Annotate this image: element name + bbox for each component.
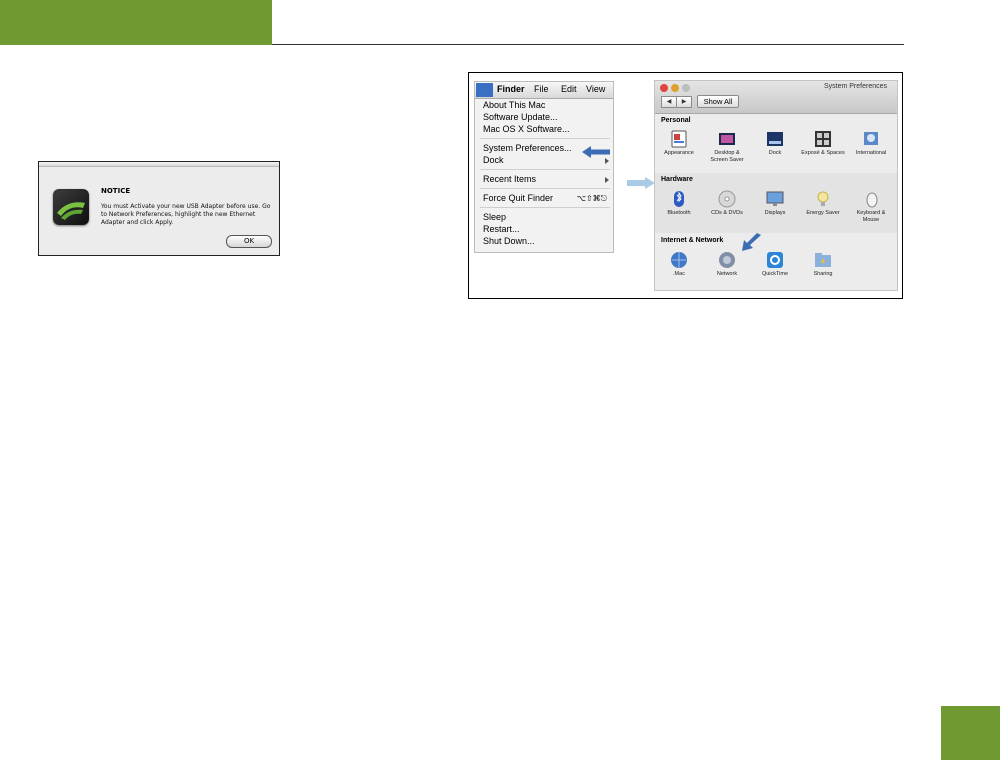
bluetooth-icon (670, 190, 688, 208)
menu-item-shut-down[interactable]: Shut Down... (483, 236, 535, 246)
pref-mac[interactable]: .Mac (657, 251, 701, 278)
pref-energy-saver[interactable]: Energy Saver (801, 190, 845, 217)
minimize-window-icon[interactable] (671, 84, 679, 92)
network-pointer-arrow-icon (741, 233, 761, 253)
page-corner-badge (941, 706, 1000, 760)
menu-item-recent-items[interactable]: Recent Items (483, 174, 536, 184)
menu-item-software-update[interactable]: Software Update... (483, 112, 558, 122)
mouse-icon (862, 190, 880, 208)
menu-item-system-preferences[interactable]: System Preferences... (483, 143, 572, 153)
lightbulb-icon (814, 190, 832, 208)
header-rule (272, 44, 904, 45)
menu-separator (480, 188, 610, 189)
dock-icon (766, 130, 784, 148)
section-internet-network: Internet & Network .Mac Network QuickTim… (655, 233, 897, 290)
menu-separator (480, 169, 610, 170)
desktop-screen-saver-icon (718, 130, 736, 148)
section-title: Personal (661, 117, 691, 124)
section-personal: Personal Appearance Desktop & Screen Sav… (655, 114, 897, 173)
window-toolbar: System Preferences ◀ ▶ Show All (655, 81, 897, 114)
back-button[interactable]: ◀ (661, 96, 677, 108)
pref-keyboard-mouse[interactable]: Keyboard & Mouse (849, 190, 893, 224)
close-window-icon[interactable] (660, 84, 668, 92)
submenu-arrow-icon (605, 158, 609, 164)
window-title: System Preferences (823, 83, 887, 90)
menu-item-dock[interactable]: Dock (483, 155, 504, 165)
menu-separator (480, 207, 610, 208)
expose-spaces-icon (814, 130, 832, 148)
ok-button[interactable]: OK (226, 235, 272, 248)
submenu-arrow-icon (605, 177, 609, 183)
menu-item-osx-software[interactable]: Mac OS X Software... (483, 124, 570, 134)
section-title: Internet & Network (661, 237, 724, 244)
pref-sharing[interactable]: Sharing (801, 251, 845, 278)
disc-icon (718, 190, 736, 208)
pref-expose-spaces[interactable]: Exposé & Spaces (801, 130, 845, 157)
dialog-titlebar (39, 162, 279, 167)
pref-appearance[interactable]: Appearance (657, 130, 701, 157)
mac-screenshot-composite: Finder File Edit View About This Mac Sof… (468, 72, 903, 299)
menu-item-restart[interactable]: Restart... (483, 224, 520, 234)
highlight-arrow-icon (582, 146, 610, 158)
menu-view[interactable]: View (586, 84, 605, 94)
international-flag-icon (862, 130, 880, 148)
menu-item-about[interactable]: About This Mac (483, 100, 545, 110)
menu-item-force-quit[interactable]: Force Quit Finder (483, 193, 553, 203)
notice-title: NOTICE (101, 187, 131, 195)
menu-edit[interactable]: Edit (561, 84, 577, 94)
menu-finder[interactable]: Finder (497, 84, 525, 94)
section-title: Hardware (661, 176, 693, 183)
apple-menu: Finder File Edit View About This Mac Sof… (474, 81, 614, 253)
menu-item-sleep[interactable]: Sleep (483, 212, 506, 222)
quicktime-icon (766, 251, 784, 269)
zoom-window-icon[interactable] (682, 84, 690, 92)
pref-international[interactable]: International (849, 130, 893, 157)
system-preferences-window: System Preferences ◀ ▶ Show All Personal… (654, 80, 898, 291)
display-icon (766, 190, 784, 208)
flow-arrow-icon (627, 174, 655, 189)
dotmac-globe-icon (670, 251, 688, 269)
menu-file[interactable]: File (534, 84, 549, 94)
pref-displays[interactable]: Displays (753, 190, 797, 217)
apple-icon[interactable] (476, 83, 493, 97)
adapter-app-icon (53, 189, 89, 225)
sharing-folder-icon (814, 251, 832, 269)
pref-quicktime[interactable]: QuickTime (753, 251, 797, 278)
force-quit-shortcut: ⌥⇧⌘⎋ (576, 194, 607, 203)
notice-dialog: NOTICE You must Activate your new USB Ad… (38, 161, 280, 256)
forward-button[interactable]: ▶ (676, 96, 692, 108)
network-globe-icon (718, 251, 736, 269)
pref-cds-dvds[interactable]: CDs & DVDs (705, 190, 749, 217)
pref-desktop-screen-saver[interactable]: Desktop & Screen Saver (705, 130, 749, 164)
appearance-icon (670, 130, 688, 148)
show-all-button[interactable]: Show All (697, 95, 739, 108)
menu-bar: Finder File Edit View (475, 82, 613, 99)
section-hardware: Hardware Bluetooth CDs & DVDs Displays E… (655, 173, 897, 233)
menu-separator (480, 138, 610, 139)
pref-bluetooth[interactable]: Bluetooth (657, 190, 701, 217)
notice-message: You must Activate your new USB Adapter b… (101, 203, 271, 226)
pref-network[interactable]: Network (705, 251, 749, 278)
pref-dock[interactable]: Dock (753, 130, 797, 157)
section-header-bar (0, 0, 272, 45)
